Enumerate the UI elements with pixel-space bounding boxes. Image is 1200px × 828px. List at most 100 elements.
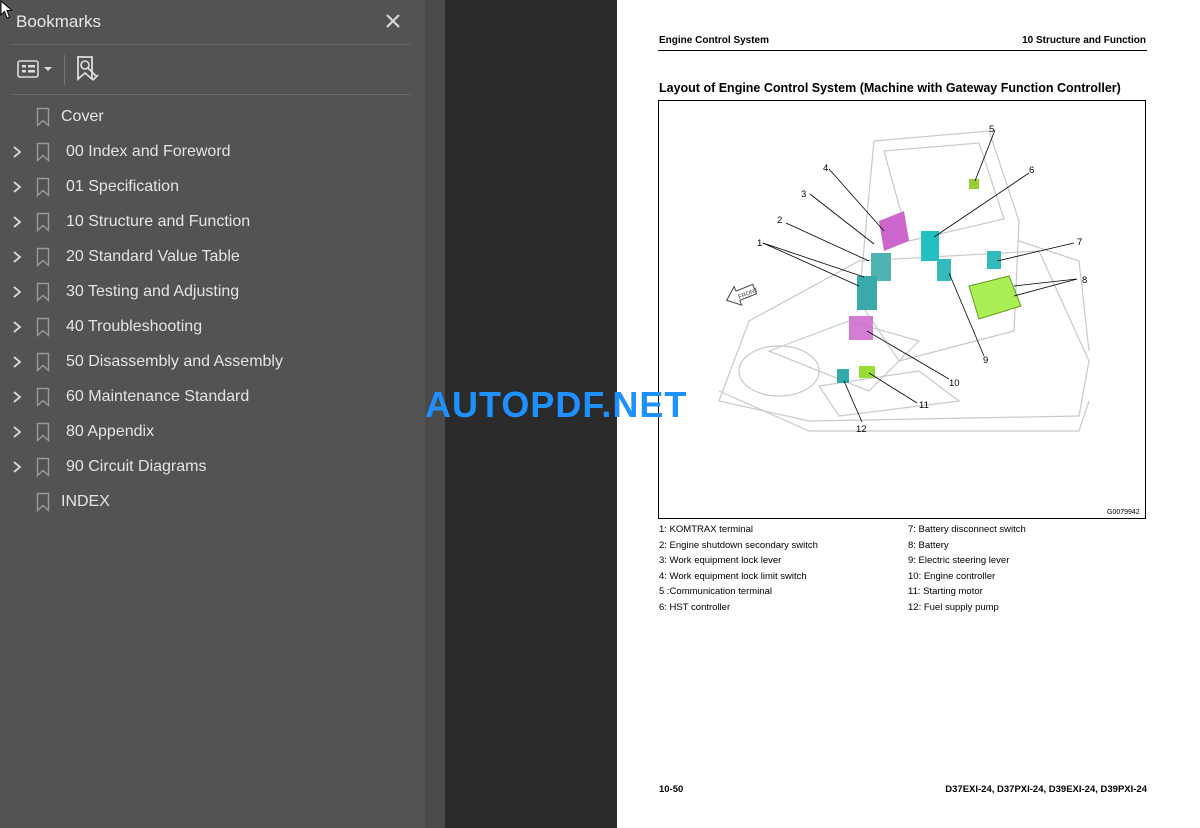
panel-title: Bookmarks [16,12,102,31]
bookmark-label: 50 Disassembly and Assembly [66,353,283,370]
svg-text:8: 8 [1082,275,1087,286]
header-rule [658,50,1147,51]
legend-item: 9: Electric steering lever [908,555,1010,567]
bookmark-icon [36,352,50,372]
figure-code: G0079942 [1107,509,1140,516]
divider [12,94,410,95]
bookmark-label: 01 Specification [66,178,179,195]
watermark: AUTOPDF.NET [425,384,688,425]
bookmark-label: 10 Structure and Function [66,213,251,230]
bookmark-item[interactable]: 90 Circuit Diagrams [0,450,425,485]
bookmark-icon [36,492,50,512]
figure-frame: 1 2 3 4 5 6 7 8 9 10 11 12 FRONT [658,100,1146,519]
bookmark-item[interactable]: Cover [0,100,425,135]
bookmark-label: 90 Circuit Diagrams [66,458,207,475]
bookmark-icon [36,142,50,162]
bookmark-icon [36,107,50,127]
chevron-right-icon[interactable] [10,320,24,334]
bookmark-item[interactable]: 60 Maintenance Standard [0,380,425,415]
bookmark-item[interactable]: 30 Testing and Adjusting [0,275,425,310]
legend-item: 8: Battery [908,539,949,551]
bookmark-label: 40 Troubleshooting [66,318,203,335]
svg-text:1: 1 [757,238,762,249]
page-header-left: Engine Control System [659,35,770,46]
legend-item: 3: Work equipment lock lever [659,555,782,567]
bookmark-icon [36,422,50,442]
svg-text:3: 3 [801,189,806,200]
svg-text:6: 6 [1029,165,1034,176]
svg-text:10: 10 [949,378,960,389]
svg-text:12: 12 [856,424,867,435]
find-bookmark-icon[interactable] [72,54,102,84]
svg-text:7: 7 [1077,237,1082,248]
svg-text:11: 11 [919,400,929,411]
bookmark-icon [36,247,50,267]
bookmark-item[interactable]: 20 Standard Value Table [0,240,425,275]
legend-item: 1: KOMTRAX terminal [659,524,753,535]
page-number: 10-50 [659,784,684,795]
chevron-right-icon[interactable] [10,460,24,474]
options-menu-icon[interactable] [14,55,58,83]
svg-text:4: 4 [823,163,828,174]
bookmark-label: Cover [61,108,104,125]
legend-item: 6: HST controller [659,602,731,613]
model-list: D37EXI-24, D37PXI-24, D39EXI-24, D39PXI-… [945,784,1147,795]
bookmark-icon [36,387,50,407]
svg-text:2: 2 [777,215,782,226]
legend-item: 2: Engine shutdown secondary switch [659,539,818,551]
front-arrow: FRONT [726,283,759,306]
callout-labels: 1 2 3 4 5 6 7 8 9 10 11 12 [757,124,1087,435]
chevron-right-icon[interactable] [10,285,24,299]
bookmark-label: 30 Testing and Adjusting [66,283,240,300]
legend-item: 5 :Communication terminal [659,586,772,598]
page-header-right: 10 Structure and Function [1022,35,1146,46]
engine-controller [849,316,873,340]
divider [12,44,410,45]
bookmark-icon [36,317,50,337]
chevron-right-icon[interactable] [10,355,24,369]
chevron-right-icon[interactable] [10,250,24,264]
machine-outline [718,130,1090,432]
engine-control-layout-illustration: 1 2 3 4 5 6 7 8 9 10 11 12 FRONT [718,124,1090,435]
chevron-right-icon[interactable] [10,215,24,229]
figure-title: Layout of Engine Control System (Machine… [659,81,1121,95]
chevron-right-icon[interactable] [10,425,24,439]
bookmark-label: 00 Index and Foreword [66,143,231,160]
bookmark-icon [36,177,50,197]
chevron-right-icon[interactable] [10,145,24,159]
bookmark-icon [36,282,50,302]
chevron-right-icon[interactable] [10,390,24,404]
legend-item: 4: Work equipment lock limit switch [659,570,807,582]
bookmark-item[interactable]: INDEX [0,485,425,520]
legend-item: 10: Engine controller [908,570,996,582]
bookmark-label: 80 Appendix [66,423,155,440]
bookmark-item[interactable]: 50 Disassembly and Assembly [0,345,425,380]
legend-item: 12: Fuel supply pump [908,602,999,613]
communication-terminal [969,179,979,189]
legend-item: 11: Starting motor [908,586,983,598]
bookmarks-panel: Bookmarks Cover 00 Index and Foreword 01 S… [0,0,425,828]
starting-motor [859,366,875,378]
bookmark-label: 20 Standard Value Table [66,248,240,265]
bookmark-icon [36,457,50,477]
close-icon[interactable] [380,8,406,34]
toolbar-separator [64,55,65,85]
bookmark-item[interactable]: 80 Appendix [0,415,425,450]
bookmark-label: 60 Maintenance Standard [66,388,250,405]
svg-text:9: 9 [983,355,988,366]
legend-item: 7: Battery disconnect switch [908,524,1026,535]
document-page: Engine Control System 10 Structure and F… [617,0,1200,828]
bookmark-item[interactable]: 01 Specification [0,170,425,205]
bookmark-label: INDEX [61,493,110,510]
mouse-cursor-icon [0,0,14,19]
chevron-right-icon[interactable] [10,180,24,194]
engine-shutdown-switch [857,276,877,310]
bookmark-item[interactable]: 00 Index and Foreword [0,135,425,170]
svg-text:5: 5 [989,124,994,135]
bookmark-item[interactable]: 40 Troubleshooting [0,310,425,345]
bookmark-icon [36,212,50,232]
battery [968,275,1022,320]
fuel-supply-pump [837,369,849,383]
bookmark-item[interactable]: 10 Structure and Function [0,205,425,240]
battery-disconnect-switch [987,251,1001,269]
